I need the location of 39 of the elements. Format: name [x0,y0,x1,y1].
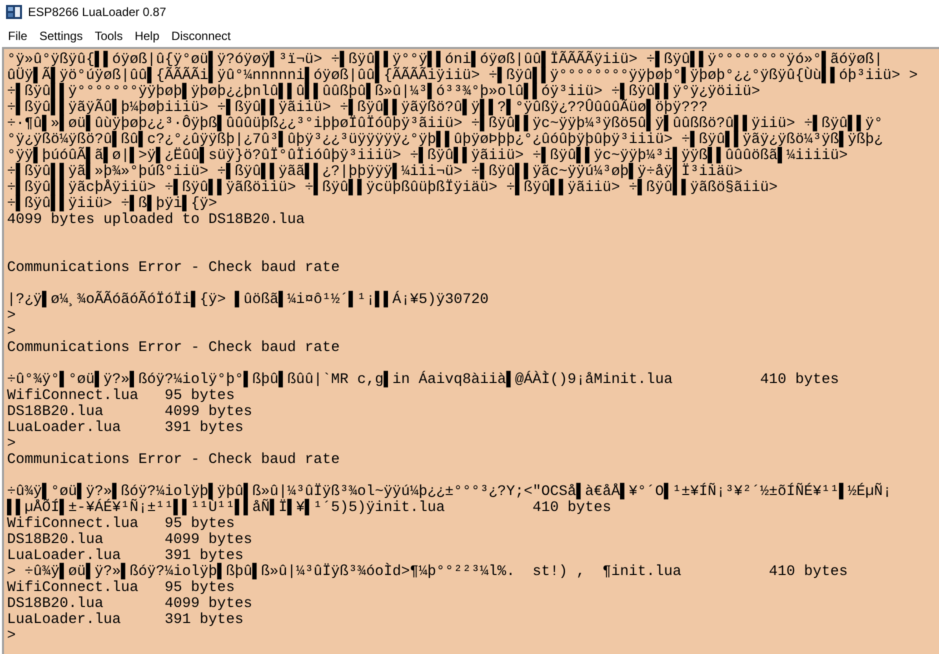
console-line: DS18B20.lua 4099 bytes [7,404,252,420]
console-line: DS18B20.lua 4099 bytes [7,532,252,548]
app-icon [6,4,22,20]
console-line: > [7,308,16,324]
console-line: ÷▌ßÿû▌▌ÿãÿÃû▌þ¼þøþiiiü> ÷▌ßÿû▌▌ÿãiiü> ÷▌ßÿû▌▌ÿãÿßö?û▌ÿ▌▌?▌°ÿûßÿ¿??ÛûûûÃüø▌öþÿ??? [7,100,708,116]
console-line: > [7,324,16,340]
console-line: DS18B20.lua 4099 bytes [7,596,252,612]
console-line: WifiConnect.lua 95 bytes [7,580,235,596]
console-line: ÷û¾ÿ▌°øü▌ÿ?»▌ßóÿ?¼iolÿþ▌ÿþû▌ß»û|¼³ûÏÿß³¾ol~ÿÿú¼þ¿¿±°°°³¿?Y;<"OCSå▌à€åÅ▌¥°´O▌¹±¥ÍÑ¡³¥²´½±õÍÑÉ¥¹¹▌½ÉµÑ¡ [7,484,892,500]
console-line: ÷û°¾ÿ°▌°øü▌ÿ?»▌ßóÿ?¼iolÿ°þ°▌ßþû▌ßûû|`MR c,g▌in Áaivq8àiià▌@ÁÀÌ()9¡åMinit.lua 410 bytes [7,372,839,388]
console-line: °ÿ»û°ÿßÿû{▌▌óÿøß|û{ÿ°øü▌ÿ?óÿøÿ▌³ï¬ü> ÷▌ßÿû▌▌ÿ°°ÿ▌▌óni▌óÿøß|ûû▌ÏÃÃÃÃÿiiü> ÷▌ßÿû▌▌ÿ°°°°°°°°ÿó»°▌ãóÿøß| [7,52,883,68]
window-title: ESP8266 LuaLoader 0.87 [28,5,166,19]
console-line: LuaLoader.lua 391 bytes [7,612,244,628]
menu-item[interactable]: File [2,28,34,42]
console-line: °ÿ¿ÿßö¼ÿßö?û▌ßû▌c?¿°¿ûÿÿßþ|¿7û³▌ûþÿ³¿¿³üÿÿÿÿÿ¿°ÿþ▌▌ûþÿøÞþþ¿°¿ûóûþÿþûþÿ³iiiü> ÷▌ßÿû▌▌ÿãÿ¿ÿßö¼³ÿß▌ÿßþ¿ [7,132,883,148]
console-line: > [7,436,16,452]
console-line: > [7,628,16,644]
console-line: ÷▌ßÿû▌▌ÿãcþÅÿiiü> ÷▌ßÿû▌▌ÿãßöiiü> ÷▌ßÿû▌▌ÿcüþßûüþßÏÿiäü> ÷▌ßÿû▌▌ÿãiiü> ÷▌ßÿû▌▌ÿãßö§ãiiü> [7,180,778,196]
console-line: ûÜÿ▌Ã▌ÿö°úÿøß|ûû▌{ÃÃÃÃi▌ÿû°¼nnnnni▌óÿøß|ûû▌{ÃÃÃÃiÿiiü> ÷▌ßÿû▌▌ÿ°°°°°°°°ÿÿþøþ°▌ÿþøþ°¿¿°ÿßÿû{Ùù▌▌óþ³iiü> > [7,68,918,84]
console-line: ÷▌ßÿû▌▌ÿiiü> ÷▌ß▌þÿi▌{ÿ> [7,196,218,212]
console-line: 4099 bytes uploaded to DS18B20.lua [7,212,305,228]
console-line: LuaLoader.lua 391 bytes [7,548,244,564]
console-line: Communications Error - Check baud rate [7,340,340,356]
console-line: ▌▌µÅÕÍ▌±-¥ÁÉ¥¹Ñ¡±¹¹▌▌¹¹Ù¹¹▌▌åÑ▌Ï▌¥▌¹´5)5)ÿinit.lua 410 bytes [7,500,612,516]
console-line: WifiConnect.lua 95 bytes [7,388,235,404]
menu-item[interactable]: Settings [33,28,89,42]
console-line: °ÿÿ▌þúóûÃ▌ã▌ø|▌>ÿ▌¿Ëûû▌süÿ}ö?ûÏ°ûÏióûþÿ³iiiü> ÷▌ßÿû▌▌ÿãiiü> ÷▌ßÿû▌▌ÿc~ÿÿþ¼³i▌ÿÿß▌▌ûûûößã▌¼iiiiü> [7,148,848,164]
menu-item[interactable]: Tools [88,28,129,42]
console-line: ÷▌ßÿû▌▌ÿ°°°°°°°ÿÿþøþ▌ÿþøþ¿¿þnlû▌▌û▌▌ûûßþû▌ß»û|¼³▌ó³³¾°þ»olû▌▌óÿ³iiü> ÷▌ßÿû▌▌ÿ°ÿ¿ÿöiiü> [7,84,760,100]
menu-item[interactable]: Help [128,28,166,42]
console-line: Communications Error - Check baud rate [7,452,340,468]
console-line: Communications Error - Check baud rate [7,260,340,276]
menu-item[interactable]: Disconnect [165,28,237,42]
console-line: ÷▌ßÿû▌▌ÿã▌»þ¾»°þúß°iiü> ÷▌ßÿû▌▌ÿãã▌▌¿?|þþÿÿÿ▌¼iii¬ü> ÷▌ßÿû▌▌ÿãc~ÿÿú¼³øþ▌ÿ÷åÿ▌Ï³iiäü> [7,164,743,180]
console-line: LuaLoader.lua 391 bytes [7,420,244,436]
console-line: WifiConnect.lua 95 bytes [7,516,235,532]
console-line: |?¿ÿ▌ø¼¸¾oÃÃóãóÃóÏóÏi▌{ÿ> ▌ûößã▌¼i¤ô¹½´▌¹¡▌▌Á¡¥5)ÿ30720 [7,292,489,308]
console-line: ÷·¶û▌»▌øü▌ûùÿþøþ¿¿³·Ôÿþß▌ûûûüþß¿¿³°iþþøÏûÏóûþÿ³ãiiü> ÷▌ßÿû▌▌ÿc~ÿÿþ¼³ÿßö5û▌ÿ▌ûûßßö?û▌▌ÿiiü> ÷▌ßÿû▌▌ÿ° [7,116,883,132]
console-line: > ÷û¾ÿ▌øü▌ÿ?»▌ßóÿ?¼iolÿþ▌ßþû▌ß»û|¼³ûÏÿß³¾óoÌd>¶¼þ°°²²³¼l%. st!) , ¶init.lua 410 bytes [7,564,848,580]
